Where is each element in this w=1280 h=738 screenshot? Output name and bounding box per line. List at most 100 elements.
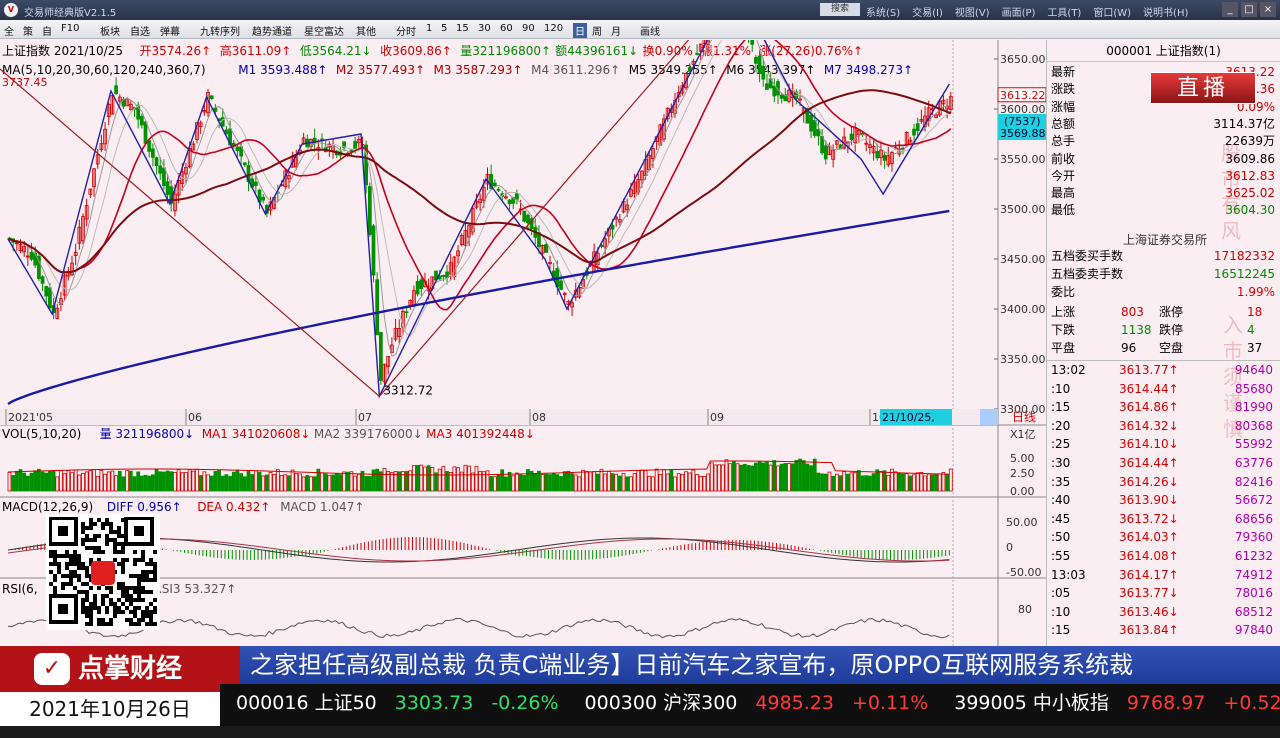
menu-item-4[interactable]: 工具(T): [1047, 8, 1081, 19]
live-badge[interactable]: 直播: [1150, 72, 1256, 104]
toolbar-item-3[interactable]: F10: [61, 23, 79, 34]
qr-module: [105, 542, 109, 546]
qr-module: [137, 618, 141, 622]
qr-module: [57, 566, 61, 570]
volume-bar: [794, 460, 799, 492]
toolbar-item-6[interactable]: 弹幕: [160, 23, 180, 38]
minimize-icon[interactable]: _: [1222, 2, 1238, 17]
order-row-2: 委比 1.99%: [1051, 284, 1279, 300]
qr-module: [145, 606, 149, 610]
quote-row-7-label: 最高: [1051, 186, 1076, 201]
menu-item-5[interactable]: 窗口(W): [1093, 8, 1131, 19]
volume-bar: [820, 473, 824, 492]
qr-module: [145, 622, 149, 626]
tick-time: :10: [1051, 381, 1071, 396]
rsi-info-0: RSI(6,: [2, 582, 38, 596]
tick-row-1: :10 3614.44↑ 85680: [1051, 381, 1279, 397]
toolbar-item-8[interactable]: 趋势通道: [252, 23, 292, 38]
candle-body: [823, 145, 828, 160]
qr-module: [141, 614, 145, 618]
toolbar-item-5[interactable]: 自选: [130, 23, 150, 38]
price-tick-3: 3550.00: [1000, 153, 1046, 166]
volume-bar: [22, 472, 27, 492]
tick-price: 3614.44↑: [1119, 381, 1179, 396]
volume-bar: [537, 470, 541, 492]
qr-module: [117, 582, 121, 586]
candle-body: [915, 123, 920, 132]
macd-tick-1: 0: [1006, 541, 1013, 554]
volume-bar: [323, 473, 328, 492]
toolbar-item-1[interactable]: 策: [23, 23, 33, 38]
tick-price: 3614.17↑: [1119, 567, 1179, 582]
candle-body: [375, 279, 380, 335]
volume-bar: [526, 469, 530, 492]
close-icon[interactable]: ×: [1260, 2, 1276, 17]
menu-item-6[interactable]: 说明书(H): [1143, 8, 1188, 19]
qr-module: [85, 546, 89, 550]
toolbar-item-0[interactable]: 全: [4, 23, 14, 38]
volume-bar: [507, 471, 512, 492]
qr-module: [77, 590, 81, 594]
toolbar-item-17[interactable]: 90: [522, 23, 535, 34]
candle-body: [492, 182, 497, 187]
toolbar-item-21[interactable]: 月: [611, 23, 621, 38]
menu-item-0[interactable]: 系统(S): [866, 8, 900, 19]
maximize-icon[interactable]: □: [1241, 2, 1257, 17]
tick-price: 3613.77↓: [1119, 586, 1179, 601]
qr-module: [113, 542, 117, 546]
volume-bar: [426, 465, 431, 492]
volume-bar: [731, 460, 736, 492]
candle-body: [544, 243, 549, 253]
candle-body: [404, 311, 409, 314]
qr-module: [113, 614, 117, 618]
qr-module: [133, 606, 137, 610]
tick-row-8: :45 3613.72↓ 68656: [1051, 511, 1279, 527]
month-label-2: 07: [358, 411, 372, 424]
toolbar-item-9[interactable]: 星空富达: [304, 23, 344, 38]
candle-body: [559, 280, 563, 290]
qr-module: [153, 578, 157, 582]
qr-module: [101, 550, 105, 554]
date-cursor-label: 21/10/25,: [882, 411, 935, 424]
toolbar-item-2[interactable]: 自: [42, 23, 52, 38]
search-box[interactable]: 搜索: [820, 3, 860, 16]
toolbar-item-4[interactable]: 板块: [100, 23, 120, 38]
toolbar-item-7[interactable]: 九转序列: [200, 23, 240, 38]
qr-module: [133, 598, 137, 602]
qr-module: [89, 618, 93, 622]
toolbar-item-18[interactable]: 120: [544, 23, 563, 34]
toolbar-item-14[interactable]: 15: [456, 23, 469, 34]
menu-item-1[interactable]: 交易(I): [912, 8, 943, 19]
toolbar-item-13[interactable]: 5: [441, 23, 447, 34]
menu-item-2[interactable]: 视图(V): [955, 8, 990, 19]
toolbar-item-16[interactable]: 60: [500, 23, 513, 34]
rsi-tick-0: 80: [1018, 603, 1032, 616]
toolbar-item-15[interactable]: 30: [478, 23, 491, 34]
qr-module: [85, 614, 89, 618]
volume-bar: [246, 469, 251, 492]
toolbar-item-10[interactable]: 其他: [356, 23, 376, 38]
toolbar-item-20[interactable]: 周: [592, 23, 602, 38]
volume-bar: [37, 468, 41, 492]
tick-time: :15: [1051, 623, 1071, 638]
toolbar-item-22[interactable]: 画线: [640, 23, 660, 38]
qr-module: [61, 586, 65, 590]
volume-bar: [287, 475, 291, 492]
qr-module: [153, 598, 157, 602]
stock-info-9: 涨(27.26)0.76%↑: [759, 43, 863, 58]
qr-module: [93, 602, 97, 606]
volume-bar: [445, 471, 449, 492]
qr-module: [93, 594, 97, 598]
volume-bar: [934, 473, 938, 492]
qr-module: [125, 558, 129, 562]
menu-item-3[interactable]: 画面(P): [1002, 8, 1036, 19]
toolbar-item-12[interactable]: 1: [426, 23, 432, 34]
vol-tick-1: 5.00: [1010, 452, 1035, 465]
toolbar-item-11[interactable]: 分时: [396, 23, 416, 38]
qr-module: [49, 582, 53, 586]
tick-volume: 74912: [1234, 567, 1273, 582]
qr-module: [149, 622, 153, 626]
volume-bar: [856, 470, 861, 492]
tick-volume: 68656: [1234, 511, 1273, 526]
toolbar-item-19[interactable]: 日: [573, 23, 587, 38]
